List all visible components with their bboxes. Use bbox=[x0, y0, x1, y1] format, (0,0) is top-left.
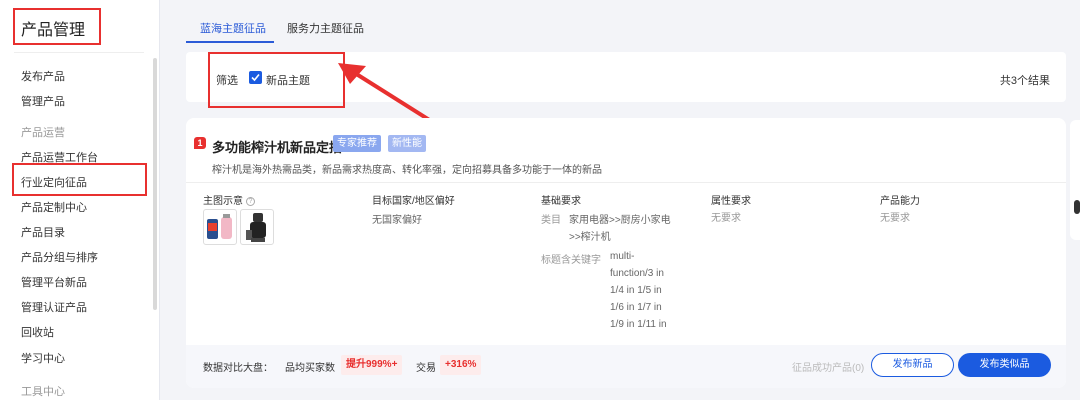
stat1-label: 品均买家数 bbox=[285, 363, 335, 374]
sidebar-group-ops: 产品运营 bbox=[21, 127, 65, 139]
category-value-line2: >>榨汁机 bbox=[569, 232, 611, 243]
card-footer: 数据对比大盘： 品均买家数 提升999%+ 交易 +316% 征品成功产品(0)… bbox=[186, 345, 1066, 388]
campaign-card: 1 多功能榨汁机新品定招 专家推荐 新性能 榨汁机是海外热需品类，新品需求热度高… bbox=[186, 118, 1066, 388]
help-icon[interactable]: ? bbox=[246, 196, 255, 206]
tab-service[interactable]: 服务力主题征品 bbox=[287, 20, 364, 36]
capability-heading: 产品能力 bbox=[880, 196, 920, 207]
main-image-heading: 主图示意? bbox=[203, 192, 255, 207]
publish-similar-button[interactable]: 发布类似品 bbox=[958, 353, 1051, 377]
attribute-heading: 属性要求 bbox=[711, 196, 751, 207]
stat1-badge: 提升999%+ bbox=[341, 355, 403, 375]
category-label: 类目 bbox=[541, 215, 561, 226]
divider bbox=[186, 182, 1066, 183]
rank-badge: 1 bbox=[194, 137, 206, 149]
attribute-value: 无要求 bbox=[711, 213, 741, 224]
publish-new-button[interactable]: 发布新品 bbox=[871, 353, 954, 377]
keyword-line: 1/6 in 1/7 in bbox=[610, 302, 662, 313]
sidebar-active-highlight bbox=[12, 163, 147, 196]
tag-new-performance: 新性能 bbox=[388, 135, 426, 152]
keyword-line: function/3 in bbox=[610, 268, 664, 279]
main-image-heading-text: 主图示意 bbox=[203, 196, 243, 207]
slow-juicer-image-icon bbox=[246, 213, 266, 242]
basic-req-heading: 基础要求 bbox=[541, 196, 581, 207]
keyword-line: 1/9 in 1/11 in bbox=[610, 319, 667, 330]
float-handle-icon[interactable] bbox=[1074, 200, 1080, 214]
divider bbox=[14, 52, 144, 53]
sidebar-item-catalog[interactable]: 产品目录 bbox=[21, 224, 65, 240]
card-title[interactable]: 多功能榨汁机新品定招 bbox=[212, 137, 342, 156]
sidebar-item-recycle[interactable]: 回收站 bbox=[21, 324, 54, 340]
sidebar-group-tools: 工具中心 bbox=[21, 386, 65, 398]
sidebar-item-manage[interactable]: 管理产品 bbox=[21, 93, 65, 109]
keyword-line: 1/4 in 1/5 in bbox=[610, 285, 662, 296]
capability-value: 无要求 bbox=[880, 213, 910, 224]
sidebar-item-platform-new[interactable]: 管理平台新品 bbox=[21, 274, 87, 290]
tag-expert: 专家推荐 bbox=[333, 135, 381, 152]
result-count: 共3个结果 bbox=[999, 75, 1050, 87]
card-description: 榨汁机是海外热需品类，新品需求热度高、转化率强，定向招募具备多功能于一体的新品 bbox=[212, 165, 602, 176]
tab-blue-ocean[interactable]: 蓝海主题征品 bbox=[200, 20, 266, 36]
sidebar-item-publish[interactable]: 发布产品 bbox=[21, 68, 65, 84]
product-thumbnail[interactable] bbox=[240, 209, 274, 245]
sidebar-item-grouping[interactable]: 产品分组与排序 bbox=[21, 249, 98, 265]
stat2-badge: +316% bbox=[440, 355, 482, 375]
sidebar-title: 产品管理 bbox=[13, 8, 101, 45]
product-thumbnail[interactable] bbox=[203, 209, 237, 245]
tab-active-underline bbox=[186, 41, 274, 43]
filter-highlight bbox=[208, 52, 345, 108]
success-products-link[interactable]: 征品成功产品(0) bbox=[792, 359, 864, 374]
keyword-label: 标题含关键字 bbox=[541, 255, 601, 266]
sidebar: 产品管理 发布产品 管理产品 产品运营 产品运营工作台 行业定向征品 产品定制中… bbox=[0, 0, 160, 400]
sidebar-item-certified[interactable]: 管理认证产品 bbox=[21, 299, 87, 315]
target-country-heading: 目标国家/地区偏好 bbox=[372, 196, 455, 207]
footer-data-label: 数据对比大盘： bbox=[203, 363, 273, 374]
keyword-line: multi- bbox=[610, 251, 635, 262]
side-float-panel[interactable] bbox=[1070, 120, 1080, 240]
juicer-image-icon bbox=[207, 214, 232, 239]
target-country-value: 无国家偏好 bbox=[372, 215, 422, 226]
sidebar-item-learning[interactable]: 学习中心 bbox=[21, 350, 65, 366]
sidebar-scrollbar[interactable] bbox=[153, 58, 157, 310]
sidebar-item-custom-center[interactable]: 产品定制中心 bbox=[21, 199, 87, 215]
stat2-label: 交易 bbox=[416, 363, 436, 374]
category-value-line1: 家用电器>>厨房小家电 bbox=[569, 215, 671, 226]
